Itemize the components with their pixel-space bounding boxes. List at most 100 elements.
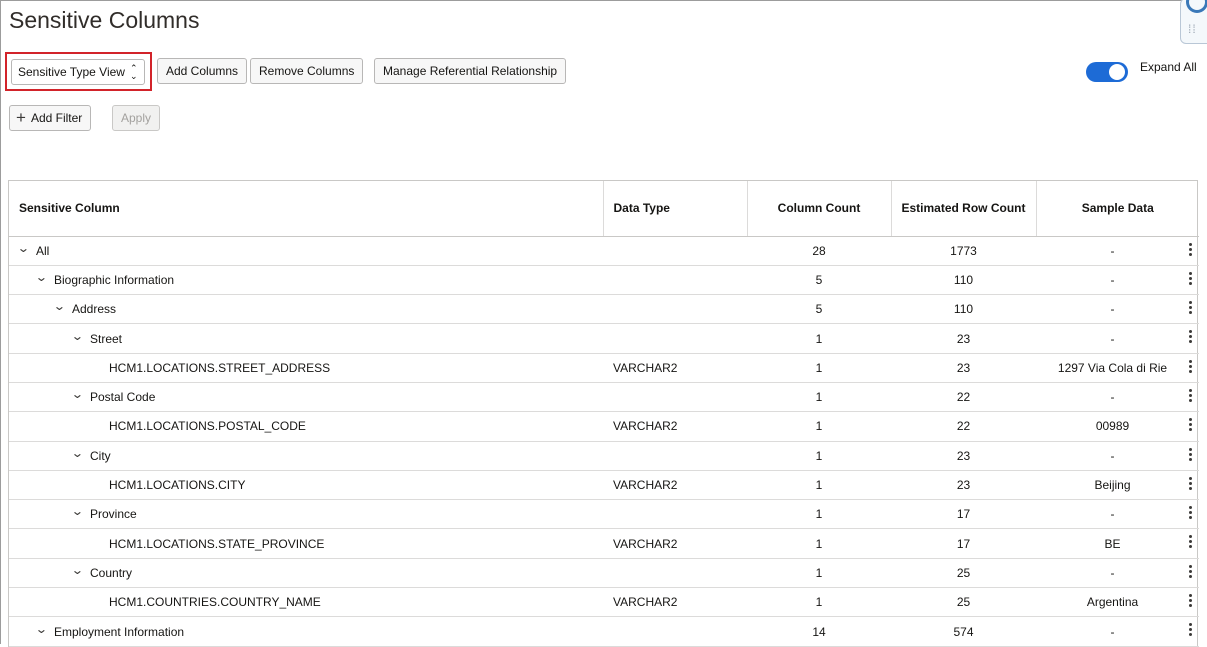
cell-column-count: 1	[747, 587, 891, 618]
cell-column-count: 28	[747, 236, 891, 266]
kebab-menu-icon[interactable]	[1189, 388, 1193, 404]
kebab-dot	[1189, 633, 1192, 637]
kebab-dot	[1189, 388, 1192, 392]
kebab-menu-icon[interactable]	[1189, 418, 1193, 433]
cell-data-type	[603, 323, 747, 354]
kebab-menu-icon[interactable]	[1189, 330, 1193, 345]
kebab-dot	[1189, 447, 1192, 451]
kebab-menu-icon[interactable]	[1189, 271, 1193, 287]
table-row[interactable]: HCM1.LOCATIONS.POSTAL_CODE VARCHAR2 1 22 009…	[9, 411, 1199, 442]
header-sensitive-column[interactable]: Sensitive Column	[9, 181, 603, 237]
manage-referential-relationship-button[interactable]: Manage Referential Relationship	[374, 58, 567, 84]
kebab-dot	[1189, 242, 1192, 246]
table-row[interactable]: ⌄ Postal Code 1 22 -	[9, 382, 1199, 413]
kebab-dot	[1189, 364, 1192, 368]
kebab-dot	[1189, 628, 1192, 632]
cell-data-type	[603, 382, 747, 413]
table-row[interactable]: ⌄ Country 1 25 -	[9, 558, 1199, 589]
table-row[interactable]: ⌄ All 28 1773 -	[9, 236, 1199, 266]
cell-name-text: HCM1.COUNTRIES.COUNTRY_NAME	[109, 595, 321, 610]
kebab-menu-icon[interactable]	[1189, 506, 1193, 521]
cell-sample-data: -	[1036, 499, 1199, 530]
cell-sensitive-column: HCM1.COUNTRIES.COUNTRY_NAME	[9, 587, 603, 618]
table-row[interactable]: ⌄ City 1 23 -	[9, 441, 1199, 471]
kebab-menu-icon[interactable]	[1189, 476, 1193, 492]
chevron-down-icon[interactable]: ⌄	[35, 270, 53, 284]
cell-sample-data: -	[1036, 265, 1199, 296]
kebab-menu-icon[interactable]	[1189, 535, 1193, 550]
cell-estimated-row-count: 17	[891, 528, 1036, 559]
cell-data-type: VARCHAR2	[603, 353, 747, 383]
chevron-down-icon[interactable]: ⌄	[71, 329, 89, 343]
kebab-dot	[1189, 516, 1192, 520]
kebab-dot	[1189, 398, 1192, 402]
page-title: Sensitive Columns	[9, 7, 200, 33]
table-row[interactable]: ⌄ Employment Information 14 574 -	[9, 616, 1199, 647]
chevron-down-icon[interactable]: ⌄	[71, 387, 89, 401]
kebab-menu-icon[interactable]	[1189, 623, 1193, 638]
kebab-menu-icon[interactable]	[1189, 359, 1193, 375]
cell-column-count: 1	[747, 353, 891, 383]
table-row[interactable]: ⌄ Street 1 23 -	[9, 323, 1199, 354]
chevron-down-icon[interactable]: ⌄	[71, 563, 89, 577]
kebab-dot	[1189, 311, 1192, 315]
kebab-dot	[1189, 281, 1192, 285]
kebab-menu-icon[interactable]	[1189, 594, 1193, 609]
table-row[interactable]: HCM1.LOCATIONS.CITY VARCHAR2 1 23 Beijing	[9, 470, 1199, 501]
help-widget[interactable]: ⁞⁞	[1180, 0, 1207, 44]
table-row[interactable]: HCM1.LOCATIONS.STATE_PROVINCE VARCHAR2 1 17…	[9, 528, 1199, 559]
kebab-dot	[1189, 359, 1192, 363]
view-select-highlight: Sensitive Type View ⌃ ⌄	[5, 52, 152, 91]
table-row[interactable]: ⌄ Biographic Information 5 110 -	[9, 265, 1199, 296]
cell-data-type: VARCHAR2	[603, 587, 747, 618]
chevron-down-icon[interactable]: ⌄	[71, 446, 89, 460]
kebab-dot	[1189, 247, 1192, 251]
table-row[interactable]: HCM1.LOCATIONS.STREET_ADDRESS VARCHAR2 1 23…	[9, 353, 1199, 383]
kebab-menu-icon[interactable]	[1189, 301, 1193, 316]
kebab-dot	[1189, 594, 1192, 598]
kebab-menu-icon[interactable]	[1189, 242, 1193, 258]
cell-sample-data: BE	[1036, 528, 1199, 559]
chevron-down-icon[interactable]: ⌄	[71, 504, 89, 518]
table-row[interactable]: ⌄ Province 1 17 -	[9, 499, 1199, 530]
kebab-dot	[1189, 486, 1192, 490]
kebab-dot	[1189, 271, 1192, 275]
table-row[interactable]: ⌄ Address 5 110 -	[9, 294, 1199, 325]
header-data-type[interactable]: Data Type	[602, 181, 747, 237]
kebab-dot	[1189, 535, 1192, 539]
header-sample-data[interactable]: Sample Data	[1035, 181, 1199, 237]
header-column-count[interactable]: Column Count	[746, 181, 891, 237]
table-row[interactable]: HCM1.COUNTRIES.COUNTRY_NAME VARCHAR2 1 25 Ar…	[9, 587, 1199, 618]
add-filter-button[interactable]: + Add Filter	[9, 105, 92, 131]
cell-name-text: HCM1.LOCATIONS.POSTAL_CODE	[109, 419, 306, 434]
cell-column-count: 1	[747, 323, 891, 354]
cell-sample-data: -	[1036, 441, 1199, 471]
add-columns-button[interactable]: Add Columns	[157, 58, 248, 84]
kebab-dot	[1189, 506, 1192, 510]
cell-sensitive-column: ⌄ Country	[9, 558, 603, 589]
apply-button[interactable]: Apply	[112, 105, 161, 131]
cell-sample-data: -	[1036, 382, 1199, 413]
cell-sample-data: 1297 Via Cola di Rie	[1036, 353, 1199, 383]
kebab-dot	[1189, 574, 1192, 578]
cell-data-type	[603, 294, 747, 325]
kebab-dot	[1189, 393, 1192, 397]
cell-data-type: VARCHAR2	[603, 528, 747, 559]
chevron-down-icon[interactable]: ⌄	[53, 299, 71, 313]
cell-sample-text: Beijing	[1094, 478, 1131, 493]
kebab-menu-icon[interactable]	[1189, 447, 1193, 463]
cell-data-type	[603, 265, 747, 296]
cell-sensitive-column: ⌄ Postal Code	[9, 382, 603, 413]
cell-sample-text: -	[1110, 243, 1115, 258]
kebab-menu-icon[interactable]	[1189, 564, 1193, 580]
view-select[interactable]: Sensitive Type View ⌃ ⌄	[11, 59, 145, 85]
chevron-down-icon[interactable]: ⌄	[17, 241, 35, 255]
kebab-dot	[1189, 423, 1192, 427]
chevron-down-icon[interactable]: ⌄	[35, 622, 53, 636]
kebab-dot	[1189, 569, 1192, 573]
header-estimated-row-count[interactable]: Estimated Row Count	[890, 181, 1036, 237]
kebab-dot	[1189, 340, 1192, 344]
remove-columns-button[interactable]: Remove Columns	[250, 58, 364, 84]
cell-estimated-row-count: 22	[891, 411, 1036, 442]
expand-all-toggle[interactable]	[1086, 62, 1128, 82]
